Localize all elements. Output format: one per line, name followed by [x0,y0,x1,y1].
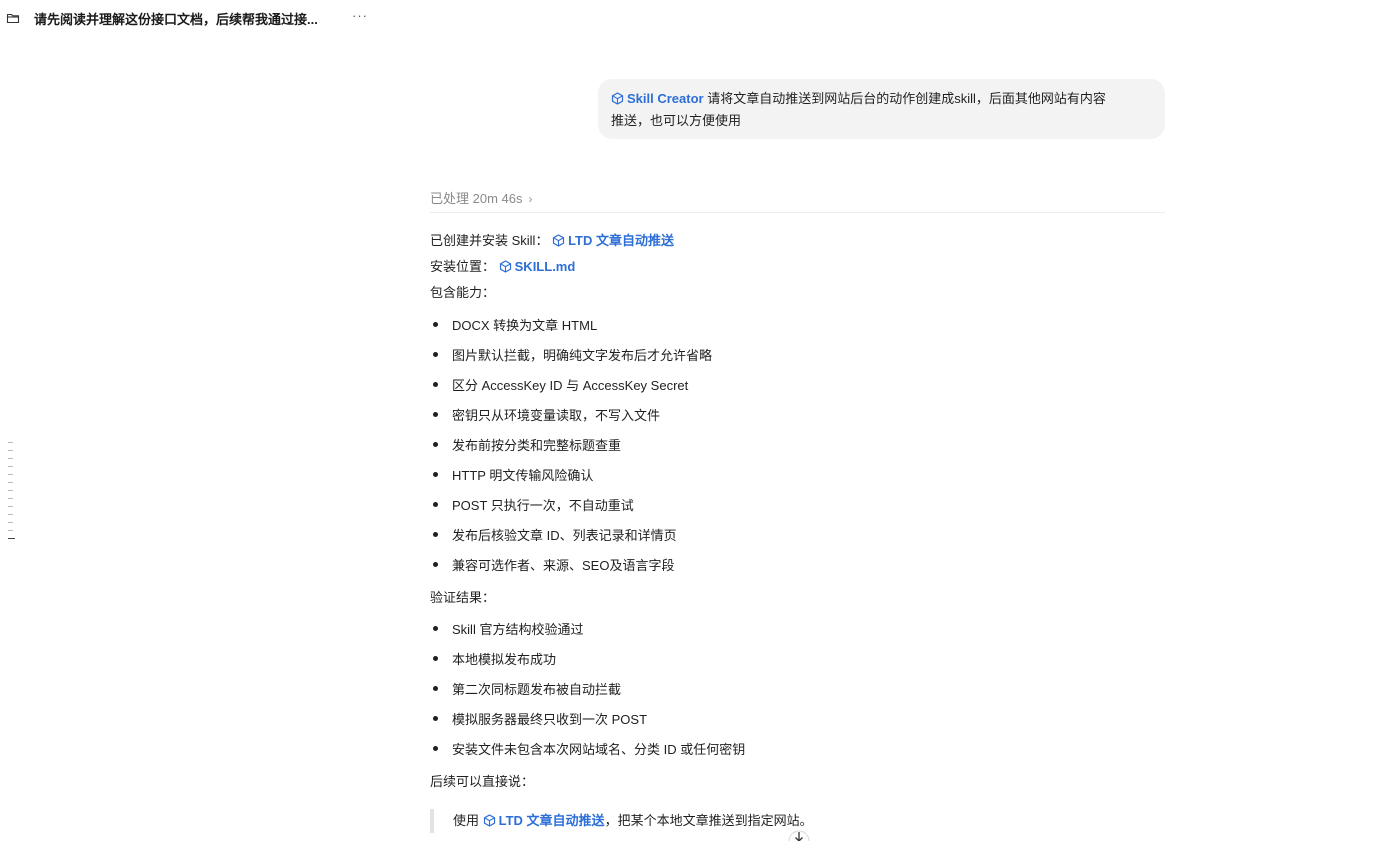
more-options-icon[interactable]: ··· [352,8,368,23]
scroll-marker[interactable] [8,458,13,459]
install-location-line: 安装位置： SKILL.md [430,256,575,275]
user-message-bubble: Skill Creator 请将文章自动推送到网站后台的动作创建成skill，后… [598,79,1165,139]
skill-chip-ltd-quote[interactable]: LTD 文章自动推送 [483,813,605,828]
processed-toggle[interactable]: 已处理 20m 46s › [430,188,1165,213]
skill-cube-icon [552,234,565,247]
skill-chip-ltd[interactable]: LTD 文章自动推送 [552,233,674,248]
user-message-text-1: 请将文章自动推送到网站后台的动作创建成skill，后面其他网站有内容 [707,91,1106,106]
scroll-marker[interactable] [8,498,13,499]
created-skill-line: 已创建并安装 Skill： LTD 文章自动推送 [430,230,674,249]
top-bar: 请先阅读并理解这份接口文档，后续帮我通过接... ··· [0,0,420,36]
conversation-scroll-markers[interactable] [8,442,16,546]
scroll-marker-active[interactable] [8,538,15,539]
verification-heading: 验证结果： [430,590,496,605]
scroll-marker[interactable] [8,530,13,531]
chevron-right-icon: › [528,192,533,206]
skill-chip-skill-creator[interactable]: Skill Creator [611,91,704,106]
folder-icon[interactable] [6,11,20,25]
quote-suffix: ，把某个本地文章推送到指定网站。 [604,813,813,828]
scroll-marker[interactable] [8,466,13,467]
skill-cube-icon [611,92,624,105]
processed-label: 已处理 20m 46s [430,191,523,206]
scroll-marker[interactable] [8,482,13,483]
quote-prefix: 使用 [453,813,480,828]
scroll-marker[interactable] [8,522,13,523]
scroll-down-icon[interactable] [786,828,812,841]
example-quote: 使用 LTD 文章自动推送，把某个本地文章推送到指定网站。 [430,809,813,833]
scroll-marker[interactable] [8,474,13,475]
scroll-marker[interactable] [8,490,13,491]
skill-chip-label: Skill Creator [627,91,704,106]
location-label: 安装位置： [430,259,496,274]
skill-chip-label: LTD 文章自动推送 [568,233,674,248]
skill-cube-icon [483,814,495,827]
scroll-marker[interactable] [8,450,13,451]
scroll-marker[interactable] [8,514,13,515]
skill-chip-label: LTD 文章自动推送 [498,813,605,828]
skill-file-link[interactable]: SKILL.md [499,259,576,274]
created-label: 已创建并安装 Skill： [430,233,549,248]
chat-title[interactable]: 请先阅读并理解这份接口文档，后续帮我通过接... [34,9,318,28]
user-message-text-2: 推送，也可以方便使用 [611,113,742,128]
skill-file-label: SKILL.md [514,259,576,274]
skill-cube-icon [499,260,511,273]
followup-heading: 后续可以直接说： [430,774,535,789]
scroll-marker[interactable] [8,506,13,507]
capabilities-heading: 包含能力： [430,285,496,300]
scroll-marker[interactable] [8,442,13,443]
